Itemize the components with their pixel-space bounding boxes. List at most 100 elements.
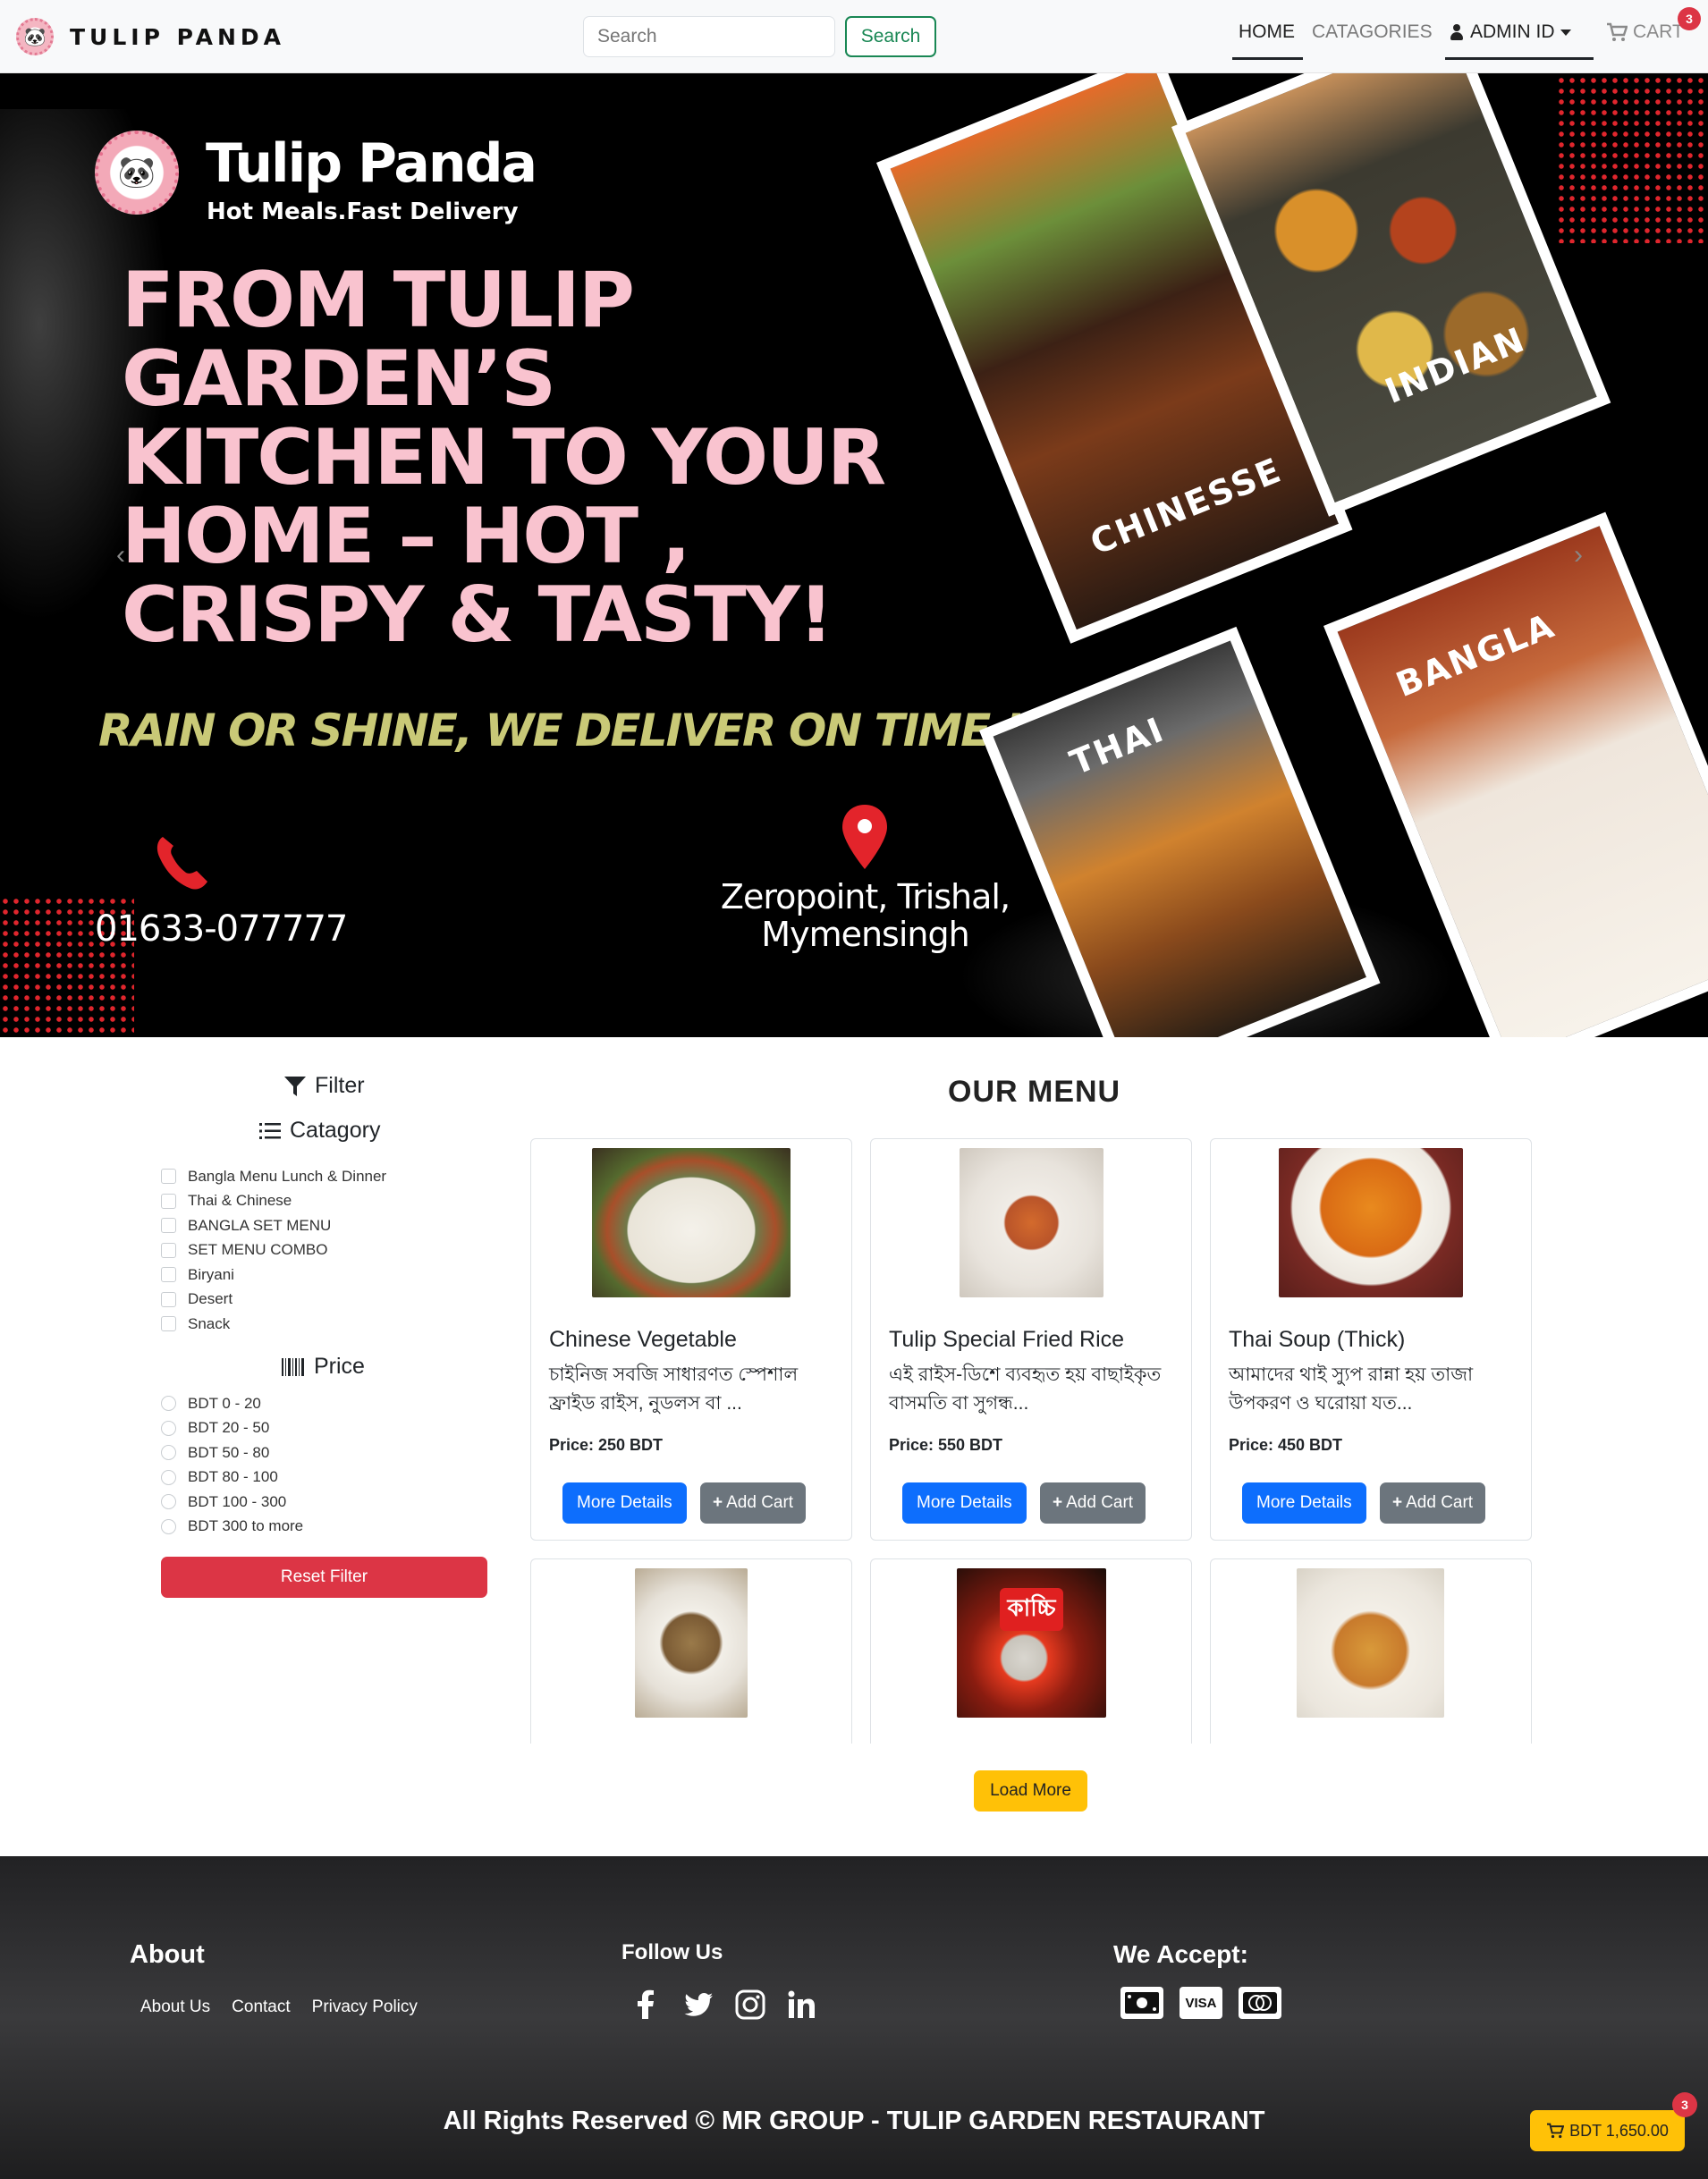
checkbox[interactable] [161,1169,176,1185]
carousel-next-button[interactable]: › [1574,540,1583,570]
phone-icon [156,837,207,890]
footer-link-privacy[interactable]: Privacy Policy [312,1997,418,2017]
dish-image[interactable] [1297,1568,1444,1718]
menu-card: Chinese Vegetable চাইনিজ সবজি সাধারণত স্… [530,1138,852,1541]
price-option[interactable]: BDT 300 to more [161,1515,456,1540]
floating-cart-badge: 3 [1672,2092,1697,2117]
nav-admin-dropdown[interactable]: ADMIN ID [1450,21,1571,43]
brand[interactable]: 🐼 TULIP PANDA [16,18,285,55]
dish-name: Tulip Special Fried Rice [889,1327,1125,1352]
visa-label: VISA [1185,1995,1217,2011]
radio-button[interactable] [161,1420,176,1436]
list-icon [259,1122,281,1139]
checkbox[interactable] [161,1291,176,1307]
add-cart-label: Add Cart [1406,1493,1474,1512]
price-option-label: BDT 80 - 100 [188,1468,278,1486]
chevron-down-icon [1560,29,1571,36]
category-option[interactable]: Desert [161,1288,456,1313]
add-cart-button[interactable]: + Add Cart [1380,1482,1486,1524]
visa-icon: VISA [1180,1987,1222,2019]
cart-icon [1607,22,1628,41]
price-filter-list: BDT 0 - 20 BDT 20 - 50 BDT 50 - 80 BDT 8… [161,1391,456,1539]
more-details-button[interactable]: More Details [1242,1482,1366,1524]
floating-cart-button[interactable]: BDT 1,650.00 [1530,2110,1685,2151]
hero-brand: Tulip Panda [206,132,537,195]
hero-headline: FROM TULIP GARDEN’S KITCHEN TO YOUR HOME… [122,256,886,660]
radio-button[interactable] [161,1494,176,1510]
price-option[interactable]: BDT 80 - 100 [161,1465,456,1491]
category-option-label: Snack [188,1314,231,1332]
add-cart-label: Add Cart [726,1493,794,1512]
footer-about-title: About [130,1940,205,1969]
category-option-label: Thai & Chinese [188,1192,292,1210]
load-more-button[interactable]: Load More [974,1770,1087,1812]
radio-button[interactable] [161,1469,176,1485]
checkbox[interactable] [161,1316,176,1332]
dish-image[interactable] [960,1148,1103,1297]
twitter-icon[interactable] [682,1989,714,2021]
price-option[interactable]: BDT 0 - 20 [161,1391,456,1416]
dish-promo-image[interactable]: কাচ্চি [957,1568,1106,1718]
filter-heading: Filter [284,1073,365,1099]
footer: About About Us Contact Privacy Policy Fo… [0,1856,1708,2179]
linkedin-icon[interactable] [786,1989,818,2021]
cuisine-label: THAI [1064,709,1171,783]
dish-image[interactable] [635,1568,748,1718]
brand-logo: 🐼 [16,18,54,55]
nav-admin-label: ADMIN ID [1470,21,1555,42]
filter-title: Filter [315,1073,365,1098]
nav-home[interactable]: HOME [1239,21,1295,43]
category-option[interactable]: SET MENU COMBO [161,1238,456,1263]
carousel-prev-button[interactable]: ‹ [116,540,125,570]
facebook-icon[interactable] [630,1989,663,2021]
price-option[interactable]: BDT 20 - 50 [161,1416,456,1441]
search-button[interactable]: Search [845,16,936,57]
reset-filter-button[interactable]: Reset Filter [161,1557,487,1598]
checkbox[interactable] [161,1193,176,1209]
category-option-label: Biryani [188,1265,234,1283]
footer-link-contact[interactable]: Contact [232,1997,290,2017]
radio-button[interactable] [161,1396,176,1412]
radio-button[interactable] [161,1518,176,1534]
location-pin-icon [842,805,887,869]
add-cart-button[interactable]: + Add Cart [700,1482,807,1524]
radio-button[interactable] [161,1445,176,1461]
footer-accept-title: We Accept: [1113,1940,1248,1968]
more-details-button[interactable]: More Details [902,1482,1027,1524]
top-navbar: 🐼 TULIP PANDA Search HOME CATAGORIES ADM… [0,0,1708,73]
instagram-icon[interactable] [734,1989,766,2021]
dish-description: চাইনিজ সবজি সাধারণত স্পেশাল ফ্রাইড রাইস,… [549,1364,799,1414]
dish-image[interactable] [1279,1148,1463,1297]
nav-categories[interactable]: CATAGORIES [1312,21,1433,43]
checkbox[interactable] [161,1267,176,1283]
cart-count-badge: 3 [1678,7,1701,30]
category-option[interactable]: Snack [161,1312,456,1337]
more-details-button[interactable]: More Details [562,1482,687,1524]
nav-cart[interactable]: CART [1606,21,1684,43]
price-option[interactable]: BDT 100 - 300 [161,1490,456,1515]
plus-icon: + [1053,1493,1063,1512]
menu-card: Tulip Special Fried Rice এই রাইস-ডিশে ব্… [870,1138,1192,1541]
checkbox[interactable] [161,1242,176,1258]
hero-banner: 🐼 Tulip Panda Hot Meals.Fast Delivery FR… [0,73,1708,1037]
checkbox[interactable] [161,1218,176,1234]
price-option[interactable]: BDT 50 - 80 [161,1440,456,1465]
category-option[interactable]: Biryani [161,1263,456,1288]
add-cart-label: Add Cart [1066,1493,1134,1512]
cart-icon [1547,2123,1565,2139]
category-option[interactable]: Thai & Chinese [161,1189,456,1214]
nav-home-underline [1232,57,1303,60]
menu-card: কাচ্চি [870,1558,1192,1744]
category-option[interactable]: BANGLA SET MENU [161,1213,456,1238]
dish-price: Price: 450 BDT [1229,1436,1343,1454]
person-icon [1450,24,1463,40]
add-cart-button[interactable]: + Add Cart [1040,1482,1146,1524]
footer-link-about[interactable]: About Us [140,1997,210,2017]
dish-image[interactable] [592,1148,791,1297]
dish-price: Price: 550 BDT [889,1436,1003,1454]
brand-name: TULIP PANDA [70,23,286,50]
search-input[interactable] [583,16,835,57]
category-option[interactable]: Bangla Menu Lunch & Dinner [161,1164,456,1189]
promo-text: কাচ্চি [1000,1588,1063,1631]
price-option-label: BDT 100 - 300 [188,1492,287,1510]
